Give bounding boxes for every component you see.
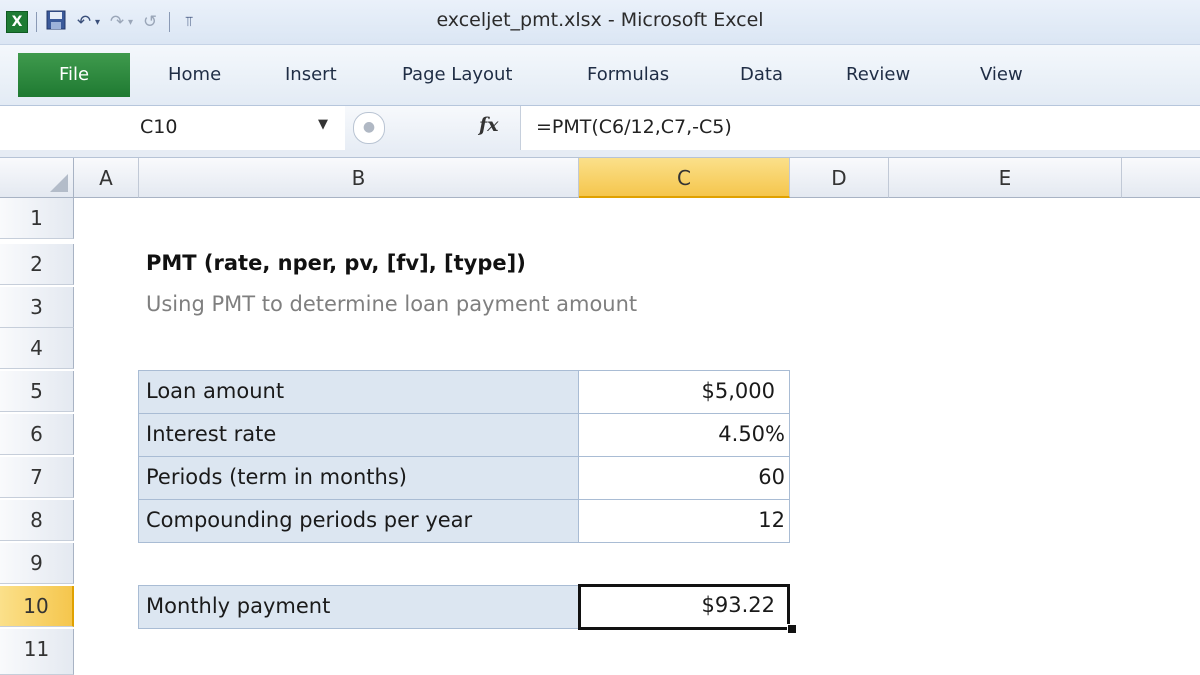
name-box-value: C10 — [140, 116, 178, 138]
sheet-title[interactable]: PMT (rate, nper, pv, [fv], [type]) — [146, 251, 526, 275]
column-header-f[interactable] — [1122, 158, 1200, 198]
title-bar: X ↶ ▾ ↷ ▾ ↺ ⫪ exceljet_pmt.xlsx - Micros… — [0, 0, 1200, 45]
formula-bar-divider — [0, 150, 1200, 158]
cell-b8[interactable]: Compounding periods per year — [138, 499, 579, 543]
row-header-8[interactable]: 8 — [0, 500, 74, 541]
tab-review[interactable]: Review — [846, 55, 910, 95]
tab-data[interactable]: Data — [740, 55, 783, 95]
tab-view[interactable]: View — [980, 55, 1023, 95]
sheet-subtitle[interactable]: Using PMT to determine loan payment amou… — [146, 292, 637, 316]
row-header-11[interactable]: 11 — [0, 629, 74, 675]
row-header-7[interactable]: 7 — [0, 457, 74, 498]
window-title: exceljet_pmt.xlsx - Microsoft Excel — [436, 9, 764, 31]
insert-function-icon[interactable]: fx — [479, 114, 499, 136]
row-header-4[interactable]: 4 — [0, 328, 74, 369]
tab-insert[interactable]: Insert — [285, 55, 337, 95]
tab-file[interactable]: File — [18, 53, 130, 97]
row-header-9[interactable]: 9 — [0, 543, 74, 584]
column-header-a[interactable]: A — [74, 158, 139, 198]
row-header-10[interactable]: 10 — [0, 586, 74, 627]
formula-bar: C10 ▼ ● fx =PMT(C6/12,C7,-C5) — [0, 106, 1200, 151]
select-all-button[interactable] — [0, 158, 74, 198]
row-header-5[interactable]: 5 — [0, 371, 74, 412]
tab-home[interactable]: Home — [168, 55, 221, 95]
column-header-c[interactable]: C — [579, 158, 790, 198]
row-header-1[interactable]: 1 — [0, 198, 74, 239]
cell-b5[interactable]: Loan amount — [138, 370, 579, 414]
row-header-3[interactable]: 3 — [0, 287, 74, 328]
tab-formulas[interactable]: Formulas — [587, 55, 669, 95]
cell-b10[interactable]: Monthly payment — [138, 585, 579, 629]
cell-c10-active[interactable]: $93.22 — [578, 584, 790, 630]
fill-handle[interactable] — [787, 624, 797, 634]
cell-c8[interactable]: 12 — [578, 499, 790, 543]
circle-icon: ● — [353, 112, 385, 144]
column-header-e[interactable]: E — [889, 158, 1122, 198]
row-header-6[interactable]: 6 — [0, 414, 74, 455]
select-all-triangle-icon — [50, 174, 68, 192]
row-header-2[interactable]: 2 — [0, 244, 74, 285]
cell-c5[interactable]: $5,000 — [578, 370, 790, 414]
chevron-down-icon[interactable]: ▼ — [318, 117, 328, 132]
tab-page-layout[interactable]: Page Layout — [402, 55, 513, 95]
formula-buttons: ● fx — [345, 106, 521, 150]
cell-c7[interactable]: 60 — [578, 456, 790, 500]
formula-input[interactable]: =PMT(C6/12,C7,-C5) — [536, 116, 732, 138]
column-header-d[interactable]: D — [790, 158, 889, 198]
cell-b7[interactable]: Periods (term in months) — [138, 456, 579, 500]
column-header-b[interactable]: B — [139, 158, 579, 198]
cell-b6[interactable]: Interest rate — [138, 413, 579, 457]
name-box[interactable]: C10 ▼ — [0, 106, 346, 150]
ribbon: File Home Insert Page Layout Formulas Da… — [0, 45, 1200, 106]
cell-c6[interactable]: 4.50% — [578, 413, 790, 457]
